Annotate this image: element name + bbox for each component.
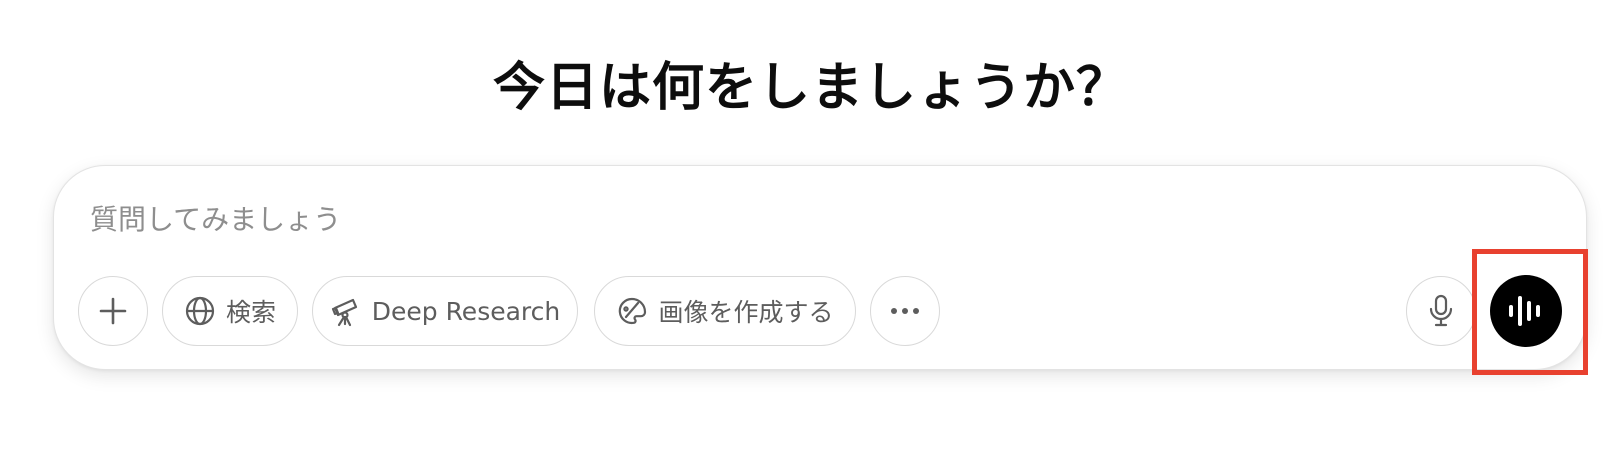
search-label: 検索 <box>225 298 276 327</box>
paint-palette-icon <box>616 295 648 327</box>
page-title: 今日は何をしましょうか？ <box>492 58 1129 118</box>
voice-mode-button[interactable] <box>1490 275 1562 347</box>
add-button[interactable] <box>78 276 148 346</box>
ellipsis-icon <box>889 306 921 316</box>
plus-icon <box>98 296 128 326</box>
prompt-input[interactable] <box>90 194 1390 244</box>
microphone-icon <box>1427 294 1455 328</box>
create-image-label: 画像を作成する <box>658 298 834 327</box>
deep-research-label: Deep Research <box>371 296 561 326</box>
search-button[interactable]: 検索 <box>162 276 298 346</box>
deep-research-button[interactable]: Deep Research <box>312 276 578 346</box>
create-image-button[interactable]: 画像を作成する <box>594 276 856 346</box>
globe-icon <box>184 295 216 327</box>
more-button[interactable] <box>870 276 940 346</box>
composer: 検索 Deep Research <box>53 165 1587 370</box>
dictate-button[interactable] <box>1406 276 1476 346</box>
waveform-icon <box>1507 294 1545 328</box>
telescope-icon <box>330 295 362 327</box>
page: 今日は何をしましょうか？ 検索 <box>0 0 1622 464</box>
